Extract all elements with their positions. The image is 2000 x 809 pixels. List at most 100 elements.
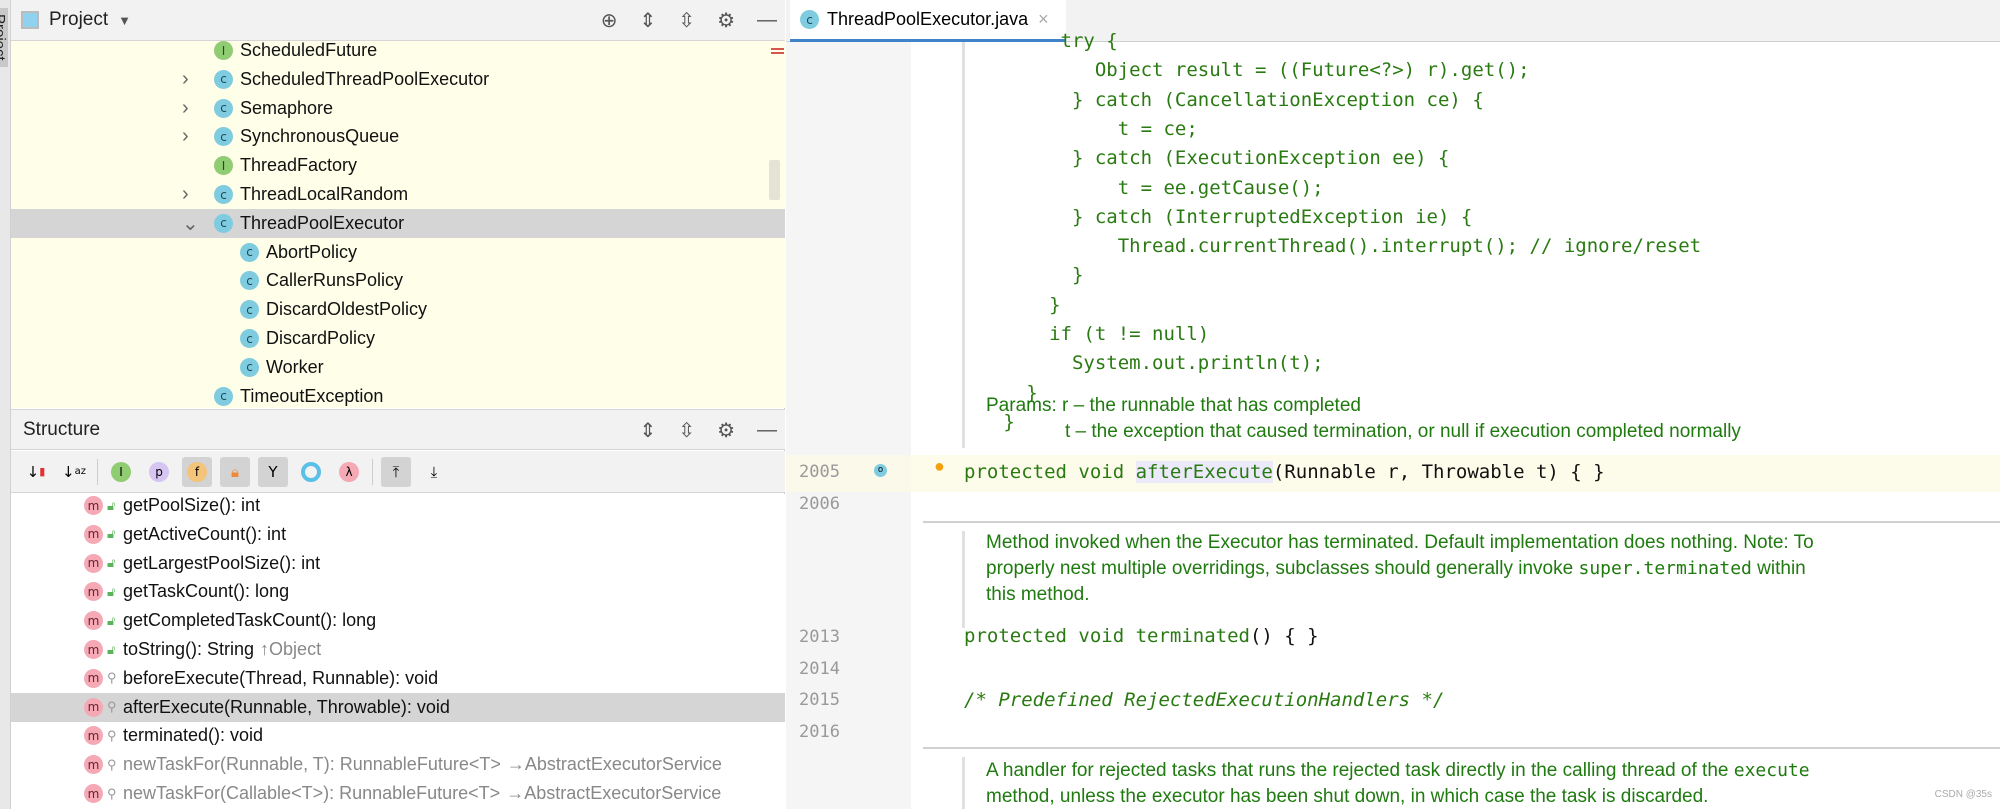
tree-item[interactable]: c DiscardPolicy — [11, 324, 785, 353]
show-inherited-icon[interactable]: I — [106, 457, 136, 487]
structure-item[interactable]: m 🔓︎ getLargestPoolSize(): int — [11, 549, 785, 578]
project-view-icon — [21, 11, 39, 29]
project-view-selector[interactable]: Project — [49, 9, 108, 31]
structure-item[interactable]: m ⚲ terminated(): void — [11, 721, 785, 750]
tree-item[interactable]: › c Semaphore — [11, 94, 785, 123]
structure-item-label: getCompletedTaskCount(): long — [123, 610, 376, 631]
line-number: 2013 — [799, 627, 840, 647]
method-icon: m — [84, 784, 103, 803]
protected-key-icon: ⚲ — [107, 670, 117, 686]
inherited-from: →AbstractExecutorService — [506, 754, 722, 775]
method-icon: m — [84, 755, 103, 775]
param-r: r – the runnable that has completed — [1062, 395, 1361, 416]
structure-item[interactable]: m 🔓︎ getCompletedTaskCount(): long — [11, 606, 785, 635]
autoscroll-to-source-icon[interactable]: ⤒ — [381, 456, 411, 487]
gear-icon[interactable]: ⚙ — [717, 418, 735, 443]
expand-all-icon[interactable]: ⇕ — [640, 418, 657, 443]
doc-code-line: } catch (ExecutionException ee) { — [969, 147, 1450, 170]
autoscroll-from-source-icon[interactable]: ⤓ — [419, 457, 449, 487]
protected-key-icon: ⚲ — [107, 727, 117, 743]
doc-code-line: } catch (InterruptedException ie) { — [969, 205, 1473, 228]
show-fields-icon[interactable]: f — [182, 456, 212, 487]
tree-item[interactable]: ⌄ c ThreadPoolExecutor — [11, 208, 785, 238]
expand-all-icon[interactable]: ⇕ — [640, 8, 657, 33]
public-lock-icon: 🔓︎ — [107, 555, 116, 571]
comment-line-2015: /* Predefined RejectedExecutionHandlers … — [964, 689, 1445, 711]
structure-item[interactable]: m 🔓︎ getPoolSize(): int — [11, 491, 785, 520]
project-tree: I ScheduledFuture › c ScheduledThreadPoolExe… — [11, 41, 785, 408]
lambda-icon[interactable]: λ — [334, 457, 364, 487]
show-anonymous-icon[interactable]: Y — [258, 456, 288, 487]
structure-item-label: getTaskCount(): long — [123, 581, 289, 602]
doc-handler-line-1: A handler for rejected tasks that runs t… — [986, 760, 1810, 782]
structure-item[interactable]: m ⚲ newTaskFor(Callable<T>): RunnableFutur… — [11, 779, 785, 808]
tab-label: ThreadPoolExecutor.java — [827, 9, 1029, 29]
method-signature: getActiveCount(): int — [123, 523, 287, 544]
show-non-public-icon[interactable]: 🔒︎ — [220, 456, 250, 487]
class-icon: c — [214, 386, 233, 406]
chevron-down-icon[interactable]: ⌄ — [182, 211, 199, 236]
chevron-right-icon[interactable]: › — [182, 68, 189, 91]
class-icon: c — [240, 329, 259, 348]
structure-item-label: getLargestPoolSize(): int — [123, 553, 320, 574]
doc-code-line: if (t != null) — [969, 323, 1210, 345]
doc-handler-line-2: method, unless the executor has been shu… — [986, 786, 1709, 807]
tree-item[interactable]: c CallerRunsPolicy — [11, 266, 785, 295]
method-icon: m — [84, 524, 103, 544]
collapse-all-icon[interactable]: ⇳ — [678, 418, 695, 443]
structure-item[interactable]: m 🔓︎ getTaskCount(): long — [11, 577, 785, 606]
lightbulb-icon[interactable]: ● — [934, 456, 945, 477]
collapse-all-icon[interactable]: ⇳ — [678, 8, 695, 33]
tree-item[interactable]: c Worker — [11, 353, 785, 382]
sort-alphabetically-icon[interactable]: ↓ az — [59, 457, 89, 487]
method-icon: m — [84, 726, 103, 746]
show-properties-icon[interactable]: p — [144, 457, 174, 487]
tree-item[interactable]: I ThreadFactory — [11, 151, 785, 180]
gear-icon[interactable]: ⚙ — [717, 8, 735, 33]
public-lock-icon: 🔓︎ — [107, 497, 116, 513]
close-icon[interactable]: × — [1038, 9, 1049, 30]
chevron-right-icon[interactable]: › — [182, 125, 189, 148]
class-icon: c — [240, 300, 259, 320]
toolbar-separator — [97, 458, 98, 485]
tree-item[interactable]: I ScheduledFuture — [11, 41, 785, 65]
project-tool-window-tab[interactable]: Project — [0, 8, 8, 67]
structure-item[interactable]: m 🔓︎ toString(): String ↑Object — [11, 635, 785, 664]
method-icon: m — [84, 496, 103, 515]
show-lambdas-icon[interactable] — [296, 457, 326, 487]
inherited-from: ↑Object — [260, 639, 322, 659]
locate-icon[interactable]: ⊕ — [601, 8, 618, 33]
tree-item-label: DiscardPolicy — [266, 328, 376, 348]
override-gutter-icon[interactable]: o — [874, 464, 887, 477]
structure-item[interactable]: m ⚲ beforeExecute(Thread, Runnable): void — [11, 664, 785, 693]
structure-item-label: newTaskFor(Callable<T>): RunnableFuture<… — [123, 783, 721, 804]
sort-by-visibility-icon[interactable]: ↓ ▮ — [21, 457, 51, 487]
tree-item[interactable]: c DiscardOldestPolicy — [11, 295, 785, 324]
line-number: 2006 — [799, 494, 840, 514]
chevron-down-icon[interactable]: ▼ — [118, 13, 131, 28]
method-name[interactable]: terminated — [1136, 625, 1250, 647]
structure-item[interactable]: m 🔓︎ getActiveCount(): int — [11, 520, 785, 549]
chevron-right-icon[interactable]: › — [182, 97, 189, 120]
structure-title: Structure — [23, 418, 101, 440]
code-line-2013: protected void terminated() { } — [964, 625, 1319, 647]
left-panel: Project ▼ ⊕ ⇕ ⇳ ⚙ — I ScheduledFuture › c Sc… — [11, 0, 785, 809]
method-signature: newTaskFor(Runnable, T): RunnableFuture<… — [123, 754, 501, 775]
structure-item[interactable]: m ⚲ newTaskFor(Runnable, T): RunnableFutur… — [11, 750, 785, 779]
method-name[interactable]: afterExecute — [1135, 461, 1273, 483]
tree-item[interactable]: c AbortPolicy — [11, 238, 785, 267]
public-lock-icon: 🔓︎ — [107, 583, 116, 599]
tree-item[interactable]: › c ThreadLocalRandom — [11, 180, 785, 209]
chevron-right-icon[interactable]: › — [182, 183, 189, 206]
tree-item-label: SynchronousQueue — [240, 126, 400, 147]
minimize-icon[interactable]: — — [757, 419, 777, 442]
minimize-icon[interactable]: — — [757, 9, 777, 32]
structure-item[interactable]: m ⚲ afterExecute(Runnable, Throwable): voi… — [11, 692, 785, 722]
method-icon: m — [84, 611, 103, 631]
tree-item[interactable]: › c ScheduledThreadPoolExecutor — [11, 65, 785, 94]
tree-item[interactable]: › c SynchronousQueue — [11, 122, 785, 151]
tree-item[interactable]: c TimeoutException — [11, 382, 785, 408]
doc-code: super.terminated — [1578, 558, 1752, 579]
tree-item-label: Semaphore — [240, 97, 334, 118]
line-number: 2005 — [799, 462, 840, 482]
